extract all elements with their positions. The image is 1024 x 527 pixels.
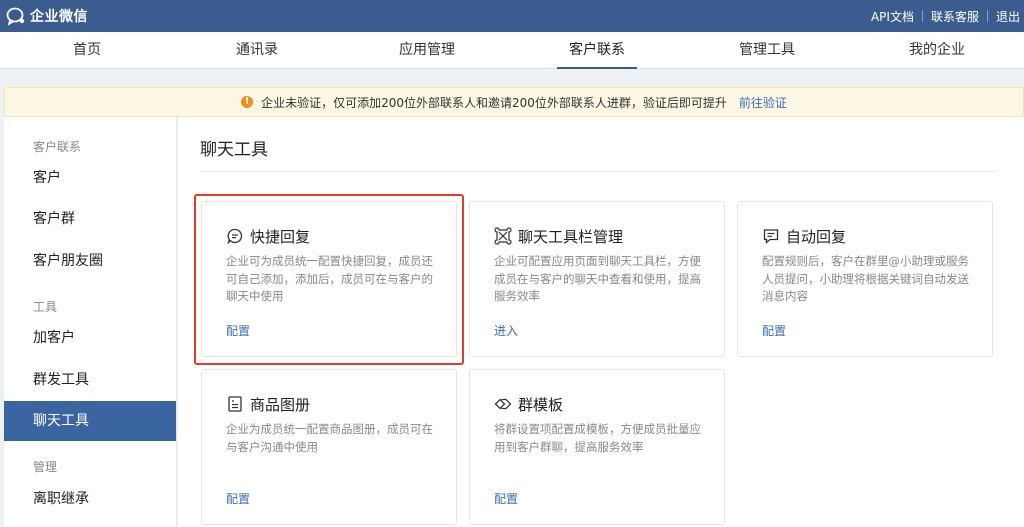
sidebar-item-customer-groups[interactable]: 客户群 — [4, 199, 176, 239]
configure-link[interactable]: 配置 — [226, 322, 250, 339]
toolbar-icon — [494, 227, 512, 245]
chat-toolbar-card[interactable]: 聊天工具栏管理 企业可配置应用页面到聊天工具栏，方便成员在与客户的聊天中查看和使… — [469, 201, 725, 357]
configure-link[interactable]: 配置 — [494, 490, 518, 507]
auto-reply-card[interactable]: 自动回复 配置规则后，客户在群里@小助理或服务人员提问，小助理将根据关键词自动发… — [737, 201, 993, 357]
card-title: 群模板 — [518, 395, 564, 414]
sidebar-group-label: 管理 — [33, 460, 58, 474]
card-title: 自动回复 — [786, 227, 847, 246]
nav-customer-contact[interactable]: 客户联系 — [557, 32, 637, 69]
product-catalog-card[interactable]: 商品图册 企业为成员统一配置商品图册，成员可在与客户沟通中使用 配置 — [201, 369, 457, 525]
card-header: 快捷回复 — [226, 226, 310, 246]
sidebar-item-chat-tools[interactable]: 聊天工具 — [4, 401, 176, 441]
sidebar-group-label: 客户联系 — [33, 140, 82, 154]
divider — [921, 10, 923, 22]
card-description: 企业可配置应用页面到聊天工具栏，方便成员在与客户的聊天中查看和使用，提高服务效率 — [494, 254, 701, 303]
card-header: 自动回复 — [762, 226, 846, 246]
wecom-logo-icon — [6, 7, 25, 26]
divider — [986, 10, 988, 22]
card-header: 商品图册 — [226, 394, 310, 414]
logo[interactable]: 企业微信 — [6, 6, 88, 26]
sidebar-item-add-customer[interactable]: 加客户 — [4, 318, 176, 358]
sidebar-item-resignation-inheritance[interactable]: 离职继承 — [4, 479, 176, 519]
top-links: API文档 联系客服 退出 — [871, 0, 1020, 32]
sidebar-item-moments[interactable]: 客户朋友圈 — [4, 241, 176, 281]
nav-app-management[interactable]: 应用管理 — [372, 32, 482, 69]
main-nav: 首页 通讯录 应用管理 客户联系 管理工具 我的企业 — [0, 32, 1024, 69]
card-header: 聊天工具栏管理 — [494, 226, 623, 246]
contact-support-link[interactable]: 联系客服 — [931, 8, 979, 25]
api-docs-link[interactable]: API文档 — [871, 8, 914, 25]
chat-bubble-icon — [227, 228, 243, 245]
nav-management-tools[interactable]: 管理工具 — [712, 32, 822, 69]
enter-link[interactable]: 进入 — [494, 322, 518, 339]
card-description: 配置规则后，客户在群里@小助理或服务人员提问，小助理将根据关键词自动发送消息内容 — [762, 254, 969, 303]
warning-icon: ! — [241, 96, 254, 108]
divider — [200, 171, 996, 172]
card-header: 群模板 — [494, 394, 563, 414]
app-name: 企业微信 — [30, 9, 88, 25]
template-icon — [494, 398, 512, 410]
verify-link[interactable]: 前往验证 — [739, 94, 787, 111]
main-content: 聊天工具 快捷回复 企业可为成员统一配置快捷回复，成员还可自己添加，添加后，成员… — [178, 117, 1024, 527]
alert-text: 企业未验证，仅可添加200位外部联系人和邀请200位外部联系人进群，验证后即可提… — [261, 95, 727, 110]
card-description: 企业为成员统一配置商品图册，成员可在与客户沟通中使用 — [226, 422, 433, 454]
nav-my-company[interactable]: 我的企业 — [882, 32, 992, 69]
sidebar-item-customers[interactable]: 客户 — [4, 158, 176, 198]
catalog-icon — [228, 396, 242, 412]
sidebar: 客户联系 客户 客户群 客户朋友圈 工具 加客户 群发工具 聊天工具 管理 离职… — [4, 117, 177, 527]
top-bar: 企业微信 API文档 联系客服 退出 — [0, 0, 1024, 32]
nav-contacts[interactable]: 通讯录 — [202, 32, 312, 69]
sidebar-item-broadcast-tools[interactable]: 群发工具 — [4, 360, 176, 400]
configure-link[interactable]: 配置 — [226, 490, 250, 507]
configure-link[interactable]: 配置 — [762, 322, 786, 339]
card-title: 聊天工具栏管理 — [518, 227, 624, 246]
card-title: 快捷回复 — [250, 227, 311, 246]
logout-link[interactable]: 退出 — [996, 8, 1020, 25]
nav-home[interactable]: 首页 — [32, 32, 142, 69]
card-description: 将群设置项配置成模板，方便成员批量应用到客户群聊，提高服务效率 — [494, 422, 701, 454]
sidebar-group-label: 工具 — [33, 300, 58, 314]
quick-reply-card[interactable]: 快捷回复 企业可为成员统一配置快捷回复，成员还可自己添加，添加后，成员可在与客户… — [201, 201, 457, 357]
card-description: 企业可为成员统一配置快捷回复，成员还可自己添加，添加后，成员可在与客户的聊天中使… — [226, 254, 433, 303]
card-title: 商品图册 — [250, 395, 311, 414]
auto-reply-icon — [763, 229, 779, 244]
group-template-card[interactable]: 群模板 将群设置项配置成模板，方便成员批量应用到客户群聊，提高服务效率 配置 — [469, 369, 725, 525]
page-title: 聊天工具 — [200, 140, 268, 160]
verification-alert: ! 企业未验证，仅可添加200位外部联系人和邀请200位外部联系人进群，验证后即… — [4, 87, 1024, 117]
